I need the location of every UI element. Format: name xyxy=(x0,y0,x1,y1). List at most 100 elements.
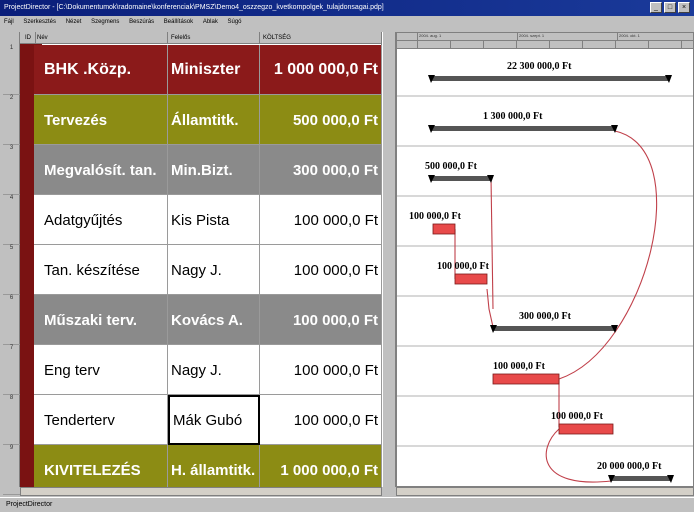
table-row[interactable]: Műszaki terv. Kovács A. 100 000,0 Ft xyxy=(34,295,382,345)
timescale-minor-label xyxy=(648,41,681,49)
cost-cell[interactable]: 1 000 000,0 Ft xyxy=(260,45,382,95)
menu-window[interactable]: Ablak xyxy=(199,16,222,29)
gantt-bar-label: 100 000,0 Ft xyxy=(551,411,604,422)
gantt-bar-label: 22 300 000,0 Ft xyxy=(507,61,572,72)
header-owner[interactable]: Felelős xyxy=(168,32,260,44)
row-number[interactable]: 4 xyxy=(3,195,20,245)
owner-cell[interactable]: Kovács A. xyxy=(168,295,260,345)
status-text: ProjectDirector xyxy=(6,501,53,508)
menu-segment[interactable]: Szegmens xyxy=(87,16,123,29)
summary-bar xyxy=(611,476,671,481)
owner-cell[interactable]: Kis Pista xyxy=(168,195,260,245)
timescale-major-label: 2004. aug. 1 xyxy=(417,33,517,41)
table-row[interactable]: BHK .Közp. Miniszter 1 000 000,0 Ft xyxy=(34,45,382,95)
task-name-cell[interactable]: Tan. készítése xyxy=(34,245,168,295)
task-bar xyxy=(454,273,488,285)
table-row[interactable]: Megvalósít. tan. Min.Bizt. 300 000,0 Ft xyxy=(34,145,382,195)
menu-edit[interactable]: Szerkesztés xyxy=(19,16,60,29)
title-bar: ProjectDirector - [C:\Dokumentumok\radom… xyxy=(0,0,694,16)
task-name-cell[interactable]: Tervezés xyxy=(34,95,168,145)
gantt-bar-label: 500 000,0 Ft xyxy=(425,161,478,172)
gantt-bar-label: 20 000 000,0 Ft xyxy=(597,461,662,472)
menu-help[interactable]: Súgó xyxy=(224,16,246,29)
menu-insert[interactable]: Beszúrás xyxy=(125,16,158,29)
task-bar xyxy=(432,223,456,235)
cost-cell[interactable]: 100 000,0 Ft xyxy=(260,345,382,395)
task-name-cell[interactable]: BHK .Közp. xyxy=(34,45,168,95)
timescale-major-label: 2004. szept. 1 xyxy=(517,33,617,41)
app-window: ProjectDirector - [C:\Dokumentumok\radom… xyxy=(0,0,694,511)
timescale-minor-label xyxy=(483,41,516,49)
gantt-bar-label: 100 000,0 Ft xyxy=(493,361,546,372)
owner-cell[interactable]: Nagy J. xyxy=(168,245,260,295)
timescale-top: 2004. aug. 1 2004. szept. 1 2004. okt. 1 xyxy=(397,33,693,41)
gantt-horizontal-scrollbar[interactable] xyxy=(396,487,694,496)
dependency-link xyxy=(545,428,612,483)
table-row[interactable]: Tervezés Államtitk. 500 000,0 Ft xyxy=(34,95,382,145)
owner-cell[interactable]: Államtitk. xyxy=(168,95,260,145)
owner-cell[interactable]: Miniszter xyxy=(168,45,260,95)
menu-bar: Fájl Szerkesztés Nézet Szegmens Beszúrás… xyxy=(0,16,694,29)
menu-settings[interactable]: Beállítások xyxy=(160,16,197,29)
minimize-button[interactable]: _ xyxy=(650,2,662,13)
cost-cell[interactable]: 500 000,0 Ft xyxy=(260,95,382,145)
task-name-cell[interactable]: Műszaki terv. xyxy=(34,295,168,345)
row-number[interactable]: 2 xyxy=(3,95,20,145)
cost-cell[interactable]: 100 000,0 Ft xyxy=(260,395,382,445)
timescale-minor-label xyxy=(516,41,549,49)
task-bar xyxy=(558,423,614,435)
timescale-minor-label xyxy=(615,41,648,49)
cost-cell[interactable]: 100 000,0 Ft xyxy=(260,195,382,245)
task-bar xyxy=(492,373,560,385)
row-number-column: 123456789 xyxy=(3,32,20,495)
row-number[interactable]: 8 xyxy=(3,395,20,445)
owner-cell[interactable]: Nagy J. xyxy=(168,345,260,395)
gantt-bar-label: 300 000,0 Ft xyxy=(519,311,572,322)
maximize-button[interactable]: □ xyxy=(664,2,676,13)
summary-bar xyxy=(431,76,669,81)
task-name-cell[interactable]: Megvalósít. tan. xyxy=(34,145,168,195)
row-number[interactable]: 3 xyxy=(3,145,20,195)
timescale-minor-label xyxy=(450,41,483,49)
status-bar: ProjectDirector xyxy=(0,497,694,511)
menu-view[interactable]: Nézet xyxy=(62,16,86,29)
row-number[interactable]: 5 xyxy=(3,245,20,295)
menu-file[interactable]: Fájl xyxy=(0,16,18,29)
timescale-bottom xyxy=(397,41,693,49)
timescale-minor-label xyxy=(582,41,615,49)
header-cost[interactable]: KÖLTSÉG xyxy=(260,32,382,44)
table-row[interactable]: Tenderterv Mák Gubó 100 000,0 Ft xyxy=(34,395,382,445)
summary-bar xyxy=(431,176,491,181)
timescale-minor-label xyxy=(417,41,450,49)
pane-splitter[interactable] xyxy=(382,32,396,487)
table-row[interactable]: Adatgyűjtés Kis Pista 100 000,0 Ft xyxy=(34,195,382,245)
table-header: ID Név Felelős KÖLTSÉG xyxy=(20,32,382,44)
row-number[interactable]: 9 xyxy=(3,445,20,495)
cost-cell[interactable]: 100 000,0 Ft xyxy=(260,245,382,295)
cost-cell[interactable]: 300 000,0 Ft xyxy=(260,145,382,195)
window-title: ProjectDirector - [C:\Dokumentumok\radom… xyxy=(4,4,384,11)
gantt-bar-label: 1 300 000,0 Ft xyxy=(483,111,543,122)
owner-cell[interactable]: Min.Bizt. xyxy=(168,145,260,195)
cost-cell[interactable]: 100 000,0 Ft xyxy=(260,295,382,345)
task-name-cell[interactable]: Tenderterv xyxy=(34,395,168,445)
summary-bar xyxy=(431,126,615,131)
timescale-minor-label xyxy=(681,41,693,49)
table-row[interactable]: Eng terv Nagy J. 100 000,0 Ft xyxy=(34,345,382,395)
table-horizontal-scrollbar[interactable] xyxy=(20,487,382,496)
row-number[interactable]: 6 xyxy=(3,295,20,345)
table-row[interactable]: Tan. készítése Nagy J. 100 000,0 Ft xyxy=(34,245,382,295)
gantt-chart: 2004. aug. 1 2004. szept. 1 2004. okt. 1 2… xyxy=(396,32,694,487)
gantt-bar-label: 100 000,0 Ft xyxy=(409,211,462,222)
task-name-cell[interactable]: Eng terv xyxy=(34,345,168,395)
gantt-canvas: 22 300 000,0 Ft 1 300 000,0 Ft 500 000,0 F… xyxy=(397,61,693,483)
timescale-major-label: 2004. okt. 1 xyxy=(617,33,693,41)
gantt-bar-label: 100 000,0 Ft xyxy=(437,261,490,272)
row-number[interactable]: 1 xyxy=(3,45,20,95)
close-button[interactable]: × xyxy=(678,2,690,13)
task-name-cell[interactable]: Adatgyűjtés xyxy=(34,195,168,245)
owner-cell[interactable]: Mák Gubó xyxy=(168,395,260,445)
header-name[interactable]: Név xyxy=(34,32,168,44)
dependency-link xyxy=(558,130,658,380)
row-number[interactable]: 7 xyxy=(3,345,20,395)
